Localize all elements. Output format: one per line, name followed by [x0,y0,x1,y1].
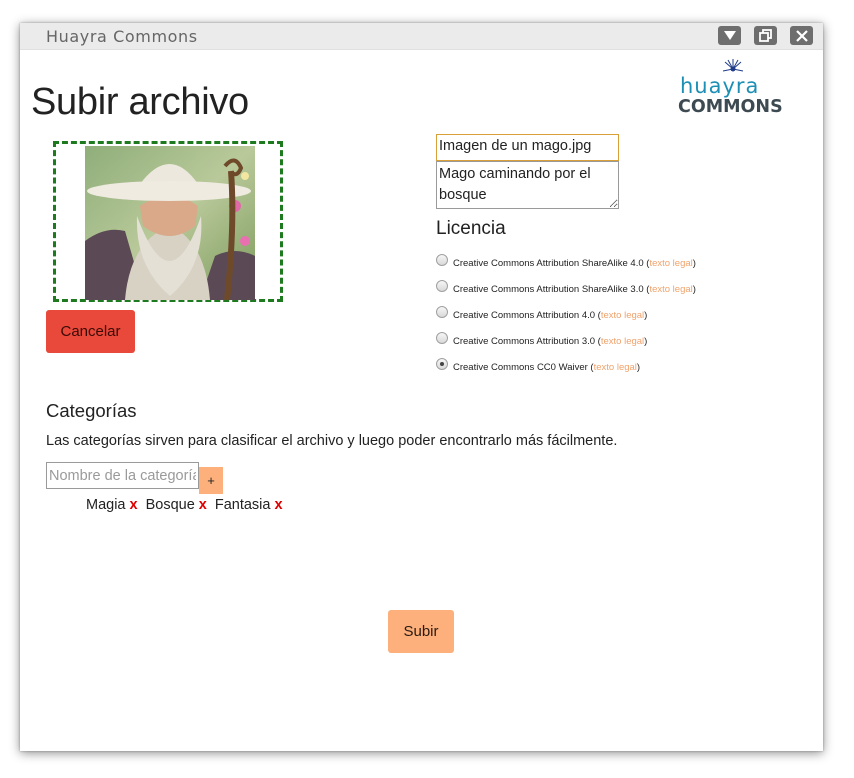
tag-label: Fantasia [214,497,271,513]
license-option[interactable]: Creative Commons CC0 Waiver (texto legal… [436,358,640,373]
remove-tag-button[interactable]: x [130,497,138,513]
radio-button[interactable] [436,254,448,266]
svg-text:huayra: huayra [680,74,759,98]
license-option[interactable]: Creative Commons Attribution ShareAlike … [436,254,696,269]
add-category-button[interactable]: + [199,467,223,494]
description-textarea[interactable]: Mago caminando por el bosque [436,161,619,209]
image-drop-zone[interactable] [53,141,283,302]
file-name-input[interactable]: Imagen de un mago.jpg [436,134,619,161]
legal-text-link[interactable]: texto legal [601,336,644,347]
license-option[interactable]: Creative Commons Attribution 3.0 (texto … [436,332,647,347]
radio-button[interactable] [436,332,448,344]
license-label: Creative Commons Attribution 4.0 [453,309,596,321]
category-name-input[interactable] [46,462,199,489]
remove-tag-button[interactable]: x [199,497,207,513]
svg-text:COMMONS: COMMONS [678,97,783,115]
license-label: Creative Commons Attribution 3.0 [453,335,596,347]
categories-heading: Categorías [46,400,137,421]
categories-description: Las categorías sirven para clasificar el… [46,433,618,449]
legal-text-link[interactable]: texto legal [594,362,637,373]
category-tag-list: Magia x Bosque x Fantasia x [86,497,291,513]
image-preview [85,146,255,300]
radio-button[interactable] [436,280,448,292]
cancel-button[interactable]: Cancelar [46,310,135,353]
license-heading: Licencia [436,218,506,239]
remove-tag-button[interactable]: x [274,497,282,513]
close-icon [795,29,808,42]
license-option[interactable]: Creative Commons Attribution 4.0 (texto … [436,306,647,321]
app-window: Huayra Commons Subir archivo huayra COMM… [20,23,823,751]
category-tag: Bosque x [146,497,207,513]
submit-button[interactable]: Subir [388,610,454,653]
page-title: Subir archivo [31,81,249,123]
huayra-commons-logo: huayra COMMONS [678,59,783,115]
minimize-button[interactable] [718,26,741,45]
category-tag: Fantasia x [215,497,283,513]
radio-button[interactable] [436,306,448,318]
title-bar[interactable]: Huayra Commons [20,23,823,50]
license-label: Creative Commons Attribution ShareAlike … [453,283,644,295]
legal-text-link[interactable]: texto legal [649,258,692,269]
license-option[interactable]: Creative Commons Attribution ShareAlike … [436,280,696,295]
tag-label: Bosque [145,497,195,513]
window-title: Huayra Commons [46,27,198,46]
license-label: Creative Commons Attribution ShareAlike … [453,257,644,269]
restore-icon [759,29,772,42]
license-label: Creative Commons CC0 Waiver [453,361,588,373]
radio-button-checked[interactable] [436,358,448,370]
category-tag: Magia x [86,497,138,513]
legal-text-link[interactable]: texto legal [649,284,692,295]
close-button[interactable] [790,26,813,45]
legal-text-link[interactable]: texto legal [601,310,644,321]
tag-label: Magia [86,497,126,513]
restore-button[interactable] [754,26,777,45]
minimize-icon [723,31,736,40]
